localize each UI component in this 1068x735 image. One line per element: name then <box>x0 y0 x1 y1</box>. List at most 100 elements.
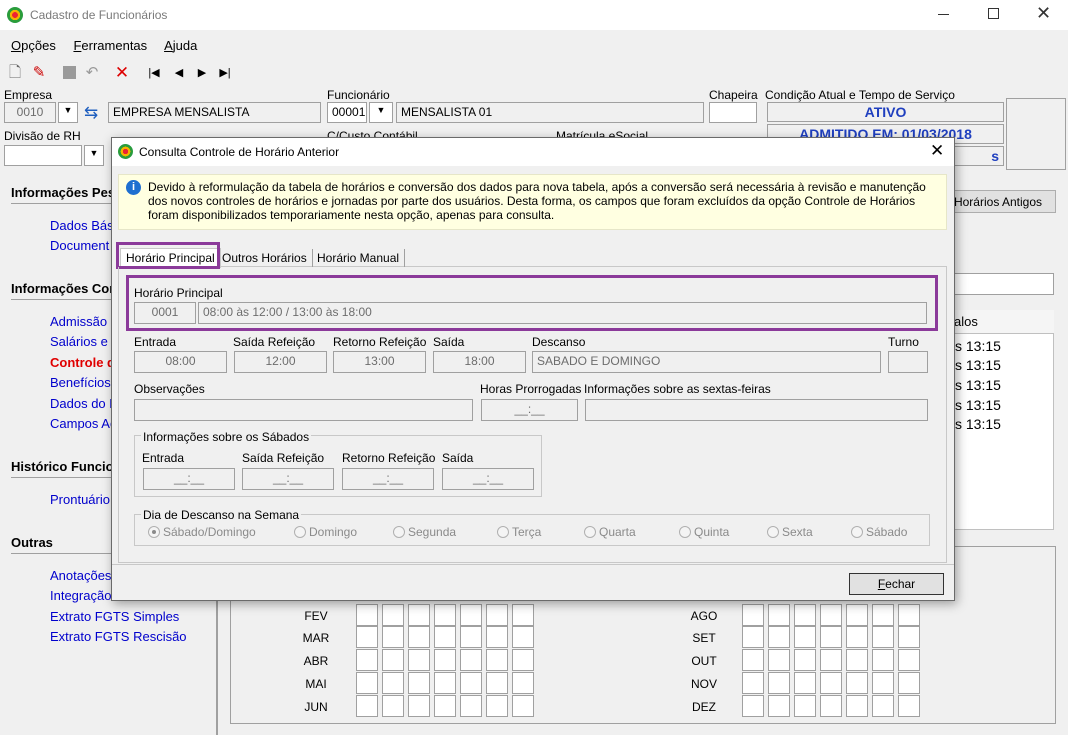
calendar-day-cell[interactable] <box>356 604 378 626</box>
calendar-day-cell[interactable] <box>434 695 456 717</box>
save-icon[interactable] <box>60 64 78 82</box>
saida-refeicao-field[interactable]: 12:00 <box>234 351 327 373</box>
menu-ferramentas[interactable]: Ferramentas <box>73 38 147 53</box>
calendar-day-cell[interactable] <box>846 649 868 671</box>
calendar-day-cell[interactable] <box>382 649 404 671</box>
calendar-day-cell[interactable] <box>408 604 430 626</box>
empresa-dropdown-button[interactable]: ▼ <box>58 102 78 123</box>
entrada-field[interactable]: 08:00 <box>134 351 227 373</box>
sidebar-item-prontuario[interactable]: Prontuário <box>50 492 110 507</box>
sab-saida-field[interactable]: __:__ <box>442 468 534 490</box>
calendar-day-cell[interactable] <box>794 649 816 671</box>
calendar-day-cell[interactable] <box>898 672 920 694</box>
calendar-day-cell[interactable] <box>898 626 920 648</box>
calendar-day-cell[interactable] <box>742 649 764 671</box>
calendar-day-cell[interactable] <box>846 672 868 694</box>
calendar-day-cell[interactable] <box>408 626 430 648</box>
calendar-day-cell[interactable] <box>382 604 404 626</box>
retorno-refeicao-field[interactable]: 13:00 <box>333 351 426 373</box>
list-item[interactable]: s 13:15 <box>955 357 1001 373</box>
sidebar-item-extrato-fgts-rescisao[interactable]: Extrato FGTS Rescisão <box>50 629 187 644</box>
calendar-day-cell[interactable] <box>768 604 790 626</box>
previous-record-icon[interactable]: ◀ <box>170 64 188 82</box>
chapeira-field[interactable] <box>709 102 757 123</box>
next-record-icon[interactable]: ▶ <box>193 64 211 82</box>
calendar-day-cell[interactable] <box>486 604 508 626</box>
calendar-day-cell[interactable] <box>512 626 534 648</box>
radio-segunda[interactable]: Segunda <box>393 525 456 539</box>
list-item[interactable]: s 13:15 <box>955 377 1001 393</box>
delete-icon[interactable]: ✕ <box>113 64 131 82</box>
calendar-day-cell[interactable] <box>898 649 920 671</box>
calendar-day-cell[interactable] <box>486 626 508 648</box>
calendar-day-cell[interactable] <box>382 695 404 717</box>
calendar-day-cell[interactable] <box>872 604 894 626</box>
fechar-button[interactable]: Fechar <box>849 573 944 595</box>
calendar-day-cell[interactable] <box>846 626 868 648</box>
calendar-day-cell[interactable] <box>382 626 404 648</box>
calendar-day-cell[interactable] <box>768 672 790 694</box>
new-document-icon[interactable]: 🗋 <box>6 64 24 82</box>
calendar-day-cell[interactable] <box>872 626 894 648</box>
calendar-day-cell[interactable] <box>820 649 842 671</box>
tab-outros-horarios[interactable]: Outros Horários <box>217 249 313 267</box>
sidebar-item-integracao[interactable]: Integração <box>50 588 111 603</box>
calendar-day-cell[interactable] <box>486 695 508 717</box>
calendar-day-cell[interactable] <box>794 672 816 694</box>
sidebar-item-dados-basicos[interactable]: Dados Bási <box>50 218 116 233</box>
calendar-day-cell[interactable] <box>794 695 816 717</box>
divisao-field[interactable] <box>4 145 82 166</box>
dialog-close-icon[interactable]: ✕ <box>930 141 944 161</box>
calendar-day-cell[interactable] <box>434 672 456 694</box>
calendar-day-cell[interactable] <box>768 626 790 648</box>
calendar-day-cell[interactable] <box>356 695 378 717</box>
calendar-day-cell[interactable] <box>898 695 920 717</box>
close-icon[interactable]: ✕ <box>1036 3 1051 24</box>
sab-retorno-field[interactable]: __:__ <box>342 468 434 490</box>
radio-quinta[interactable]: Quinta <box>679 525 729 539</box>
refresh-icon[interactable]: ⇆ <box>84 103 98 123</box>
radio-domingo[interactable]: Domingo <box>294 525 357 539</box>
calendar-day-cell[interactable] <box>742 695 764 717</box>
undo-icon[interactable]: ↶ <box>83 64 101 82</box>
calendar-day-cell[interactable] <box>872 672 894 694</box>
radio-sabado[interactable]: Sábado <box>851 525 907 539</box>
calendar-day-cell[interactable] <box>742 672 764 694</box>
calendar-day-cell[interactable] <box>408 695 430 717</box>
horas-prorrogadas-field[interactable]: __:__ <box>481 399 578 421</box>
radio-terca[interactable]: Terça <box>497 525 541 539</box>
calendar-day-cell[interactable] <box>794 626 816 648</box>
calendar-day-cell[interactable] <box>512 604 534 626</box>
calendar-day-cell[interactable] <box>382 672 404 694</box>
calendar-day-cell[interactable] <box>794 604 816 626</box>
calendar-day-cell[interactable] <box>356 626 378 648</box>
calendar-day-cell[interactable] <box>820 672 842 694</box>
calendar-day-cell[interactable] <box>768 649 790 671</box>
calendar-day-cell[interactable] <box>846 695 868 717</box>
turno-field[interactable] <box>888 351 928 373</box>
calendar-day-cell[interactable] <box>460 672 482 694</box>
radio-quarta[interactable]: Quarta <box>584 525 636 539</box>
funcionario-code-field[interactable]: 00001 <box>327 102 367 123</box>
funcionario-dropdown-button[interactable]: ▼ <box>369 102 393 123</box>
calendar-day-cell[interactable] <box>512 649 534 671</box>
list-item[interactable]: s 13:15 <box>955 416 1001 432</box>
calendar-day-cell[interactable] <box>408 649 430 671</box>
horario-code-field[interactable]: 0001 <box>134 302 196 324</box>
minimize-icon[interactable] <box>938 14 949 15</box>
sidebar-item-controle[interactable]: Controle d <box>50 355 115 370</box>
menu-ajuda[interactable]: Ajuda <box>164 38 197 53</box>
calendar-day-cell[interactable] <box>872 649 894 671</box>
sextas-field[interactable] <box>585 399 928 421</box>
tab-horario-manual[interactable]: Horário Manual <box>312 249 406 267</box>
calendar-day-cell[interactable] <box>460 695 482 717</box>
calendar-day-cell[interactable] <box>434 604 456 626</box>
saida-field[interactable]: 18:00 <box>433 351 526 373</box>
calendar-day-cell[interactable] <box>898 604 920 626</box>
sidebar-item-anotacoes[interactable]: Anotações <box>50 568 111 583</box>
maximize-icon[interactable] <box>988 8 999 19</box>
calendar-day-cell[interactable] <box>460 626 482 648</box>
calendar-day-cell[interactable] <box>356 649 378 671</box>
calendar-day-cell[interactable] <box>460 604 482 626</box>
first-record-icon[interactable]: |◀ <box>145 64 163 82</box>
